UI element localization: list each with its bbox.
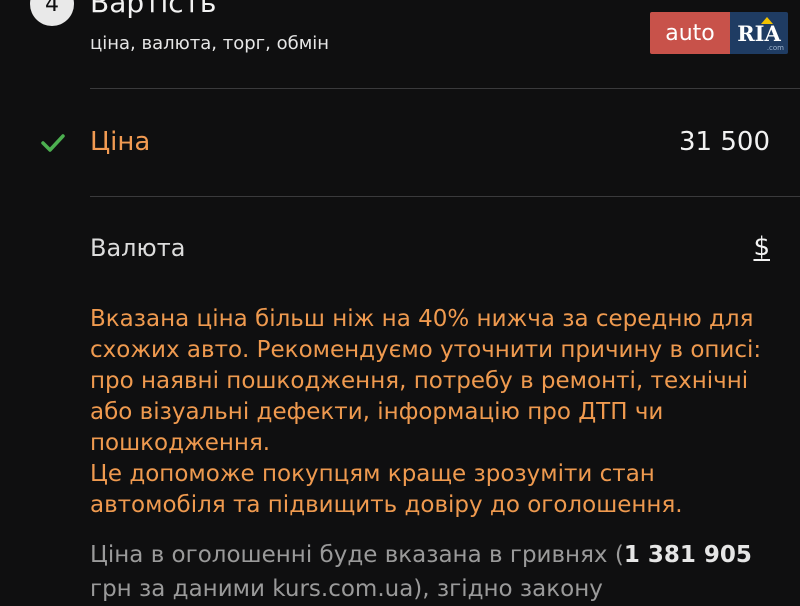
info-text-after: грн за даними kurs.com.ua), згідно закон…	[90, 576, 603, 602]
logo-auto-text: auto	[650, 12, 730, 54]
warning-advice: Це допоможе покупцям краще зрозуміти ста…	[90, 461, 683, 518]
section-title: Вартість	[90, 0, 217, 19]
autoria-logo: auto RIA .com	[650, 12, 788, 54]
price-value[interactable]: 31 500	[679, 127, 770, 157]
logo-ria-text: RIA	[737, 20, 781, 46]
step-number: 4	[45, 0, 59, 17]
divider	[90, 196, 800, 197]
check-icon	[41, 134, 65, 152]
warning-text: Вказана ціна більш ніж на 40% нижча за с…	[90, 306, 762, 456]
section-subtitle: ціна, валюта, торг, обмін	[90, 33, 330, 54]
uah-amount: 1 381 905	[623, 542, 752, 568]
step-number-badge: 4	[30, 0, 74, 26]
logo-ria-block: RIA .com	[730, 12, 788, 54]
currency-select[interactable]: $	[753, 232, 770, 262]
logo-com-text: .com	[766, 44, 784, 52]
info-text-before: Ціна в оголошенні буде вказана в гривнях…	[90, 542, 624, 568]
price-label[interactable]: Ціна	[90, 127, 150, 157]
currency-label[interactable]: Валюта	[90, 234, 185, 262]
flag-icon	[761, 17, 773, 24]
uah-price-info: Ціна в оголошенні буде вказана в гривнях…	[90, 538, 790, 606]
price-warning: Вказана ціна більш ніж на 40% нижча за с…	[90, 304, 790, 521]
divider	[90, 88, 800, 89]
